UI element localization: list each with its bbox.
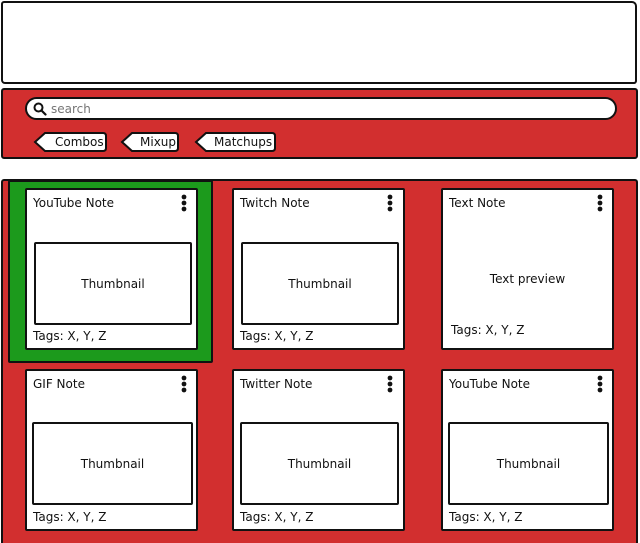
note-title: Twitter Note xyxy=(240,377,313,391)
note-tags: Tags: X, Y, Z xyxy=(240,329,314,343)
kebab-menu-icon[interactable] xyxy=(597,194,603,212)
search-input[interactable] xyxy=(51,101,591,116)
note-tags: Tags: X, Y, Z xyxy=(33,329,107,343)
header-panel xyxy=(1,1,637,84)
note-thumbnail: Thumbnail xyxy=(448,422,609,505)
note-card-twitter[interactable]: Twitter Note Thumbnail Tags: X, Y, Z xyxy=(232,369,405,531)
kebab-menu-icon[interactable] xyxy=(597,375,603,393)
note-title: YouTube Note xyxy=(449,377,531,391)
note-thumbnail: Thumbnail xyxy=(240,422,399,505)
note-thumbnail: Thumbnail xyxy=(32,422,193,505)
note-thumbnail: Thumbnail xyxy=(34,242,192,325)
thumbnail-label: Thumbnail xyxy=(81,276,145,291)
note-title: GIF Note xyxy=(33,377,85,391)
kebab-menu-icon[interactable] xyxy=(181,375,187,393)
note-title: YouTube Note xyxy=(33,196,115,210)
search-field[interactable] xyxy=(25,97,617,120)
filter-tag-mixup[interactable]: Mixup xyxy=(120,131,180,153)
note-card-text[interactable]: Text Note Text preview Tags: X, Y, Z xyxy=(441,188,614,350)
search-filter-bar: Combos Mixup Matchups xyxy=(1,88,638,159)
text-preview: Text preview xyxy=(489,272,566,286)
filter-tag-label: Matchups xyxy=(214,135,273,149)
thumbnail-label: Thumbnail xyxy=(80,456,145,471)
note-tags: Tags: X, Y, Z xyxy=(33,510,107,524)
thumbnail-label: Thumbnail xyxy=(287,456,352,471)
filter-tag-combos[interactable]: Combos xyxy=(33,131,108,153)
filter-tag-matchups[interactable]: Matchups xyxy=(194,131,277,153)
note-tags: Tags: X, Y, Z xyxy=(240,510,314,524)
kebab-menu-icon[interactable] xyxy=(387,375,393,393)
thumbnail-label: Thumbnail xyxy=(496,456,561,471)
note-card-twitch[interactable]: Twitch Note Thumbnail Tags: X, Y, Z xyxy=(232,188,405,350)
note-title: Twitch Note xyxy=(240,196,310,210)
note-title: Text Note xyxy=(449,196,506,210)
note-card-gif[interactable]: GIF Note Thumbnail Tags: X, Y, Z xyxy=(25,369,198,531)
note-card-youtube-2[interactable]: YouTube Note Thumbnail Tags: X, Y, Z xyxy=(441,369,614,531)
note-thumbnail: Thumbnail xyxy=(241,242,399,325)
kebab-menu-icon[interactable] xyxy=(181,194,187,212)
thumbnail-label: Thumbnail xyxy=(288,276,352,291)
filter-tag-label: Mixup xyxy=(140,135,177,149)
note-tags: Tags: X, Y, Z xyxy=(449,510,523,524)
note-tags: Tags: X, Y, Z xyxy=(451,323,525,337)
note-card-youtube[interactable]: YouTube Note Thumbnail Tags: X, Y, Z xyxy=(25,188,198,350)
filter-tag-label: Combos xyxy=(55,135,104,149)
search-icon xyxy=(33,102,47,116)
kebab-menu-icon[interactable] xyxy=(387,194,393,212)
